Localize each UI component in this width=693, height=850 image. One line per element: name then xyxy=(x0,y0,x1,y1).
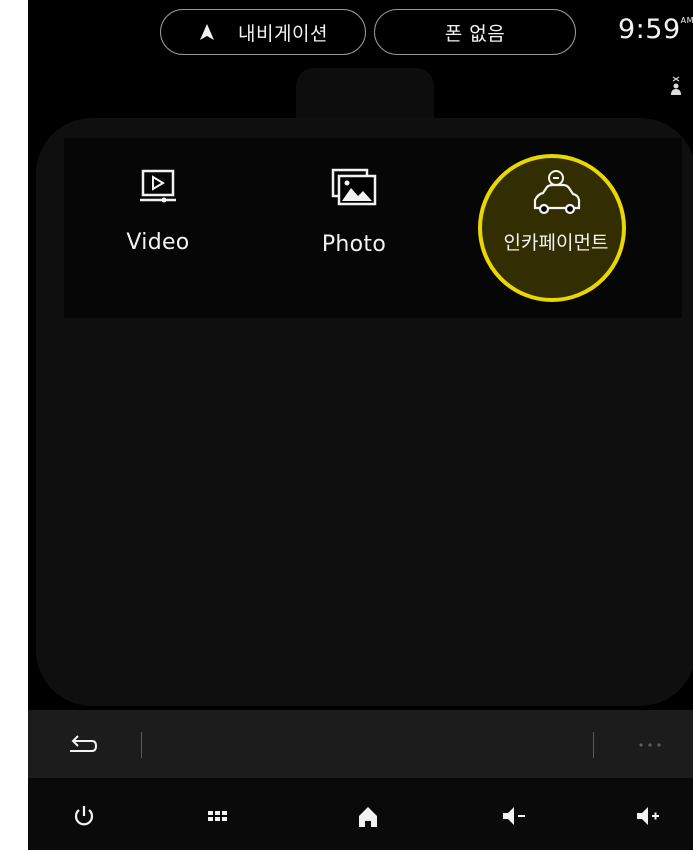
toolbar-divider xyxy=(141,732,142,758)
back-arrow-icon[interactable] xyxy=(66,732,98,756)
clock-suffix: AM xyxy=(680,16,693,25)
navigation-label: 내비게이션 xyxy=(238,22,328,45)
clock-time: 9:59 xyxy=(618,14,681,45)
photo-app-label: Photo xyxy=(321,232,387,257)
video-player-icon xyxy=(140,169,176,203)
home-icon[interactable] xyxy=(354,802,382,830)
car-payment-icon xyxy=(533,170,581,215)
volume-down-icon[interactable] xyxy=(500,802,528,830)
clock: 9:59AM xyxy=(618,14,693,45)
user-profile-icon[interactable] xyxy=(669,75,683,97)
photo-app[interactable]: Photo xyxy=(264,168,444,288)
context-toolbar xyxy=(28,710,693,778)
photo-gallery-icon xyxy=(331,168,377,206)
more-options-icon[interactable] xyxy=(638,742,662,748)
video-app-label: Video xyxy=(126,230,190,255)
car-payment-app-label: 인카페이먼트 xyxy=(503,232,609,254)
navigation-arrow-icon xyxy=(200,24,215,40)
app-grid-icon[interactable] xyxy=(204,802,232,830)
power-icon[interactable] xyxy=(70,802,98,830)
phone-status-button[interactable]: 폰 없음 xyxy=(374,9,576,55)
infotainment-screen: 내비게이션 폰 없음 9:59AM Video Photo 인카페이먼트 xyxy=(28,0,693,850)
phone-status-label: 폰 없음 xyxy=(444,22,506,45)
video-app[interactable]: Video xyxy=(68,168,248,288)
toolbar-divider xyxy=(593,732,594,758)
navigation-button[interactable]: 내비게이션 xyxy=(160,9,366,55)
system-navigation-bar xyxy=(28,778,693,850)
car-payment-app[interactable]: 인카페이먼트 xyxy=(466,168,646,288)
volume-up-icon[interactable] xyxy=(634,802,662,830)
